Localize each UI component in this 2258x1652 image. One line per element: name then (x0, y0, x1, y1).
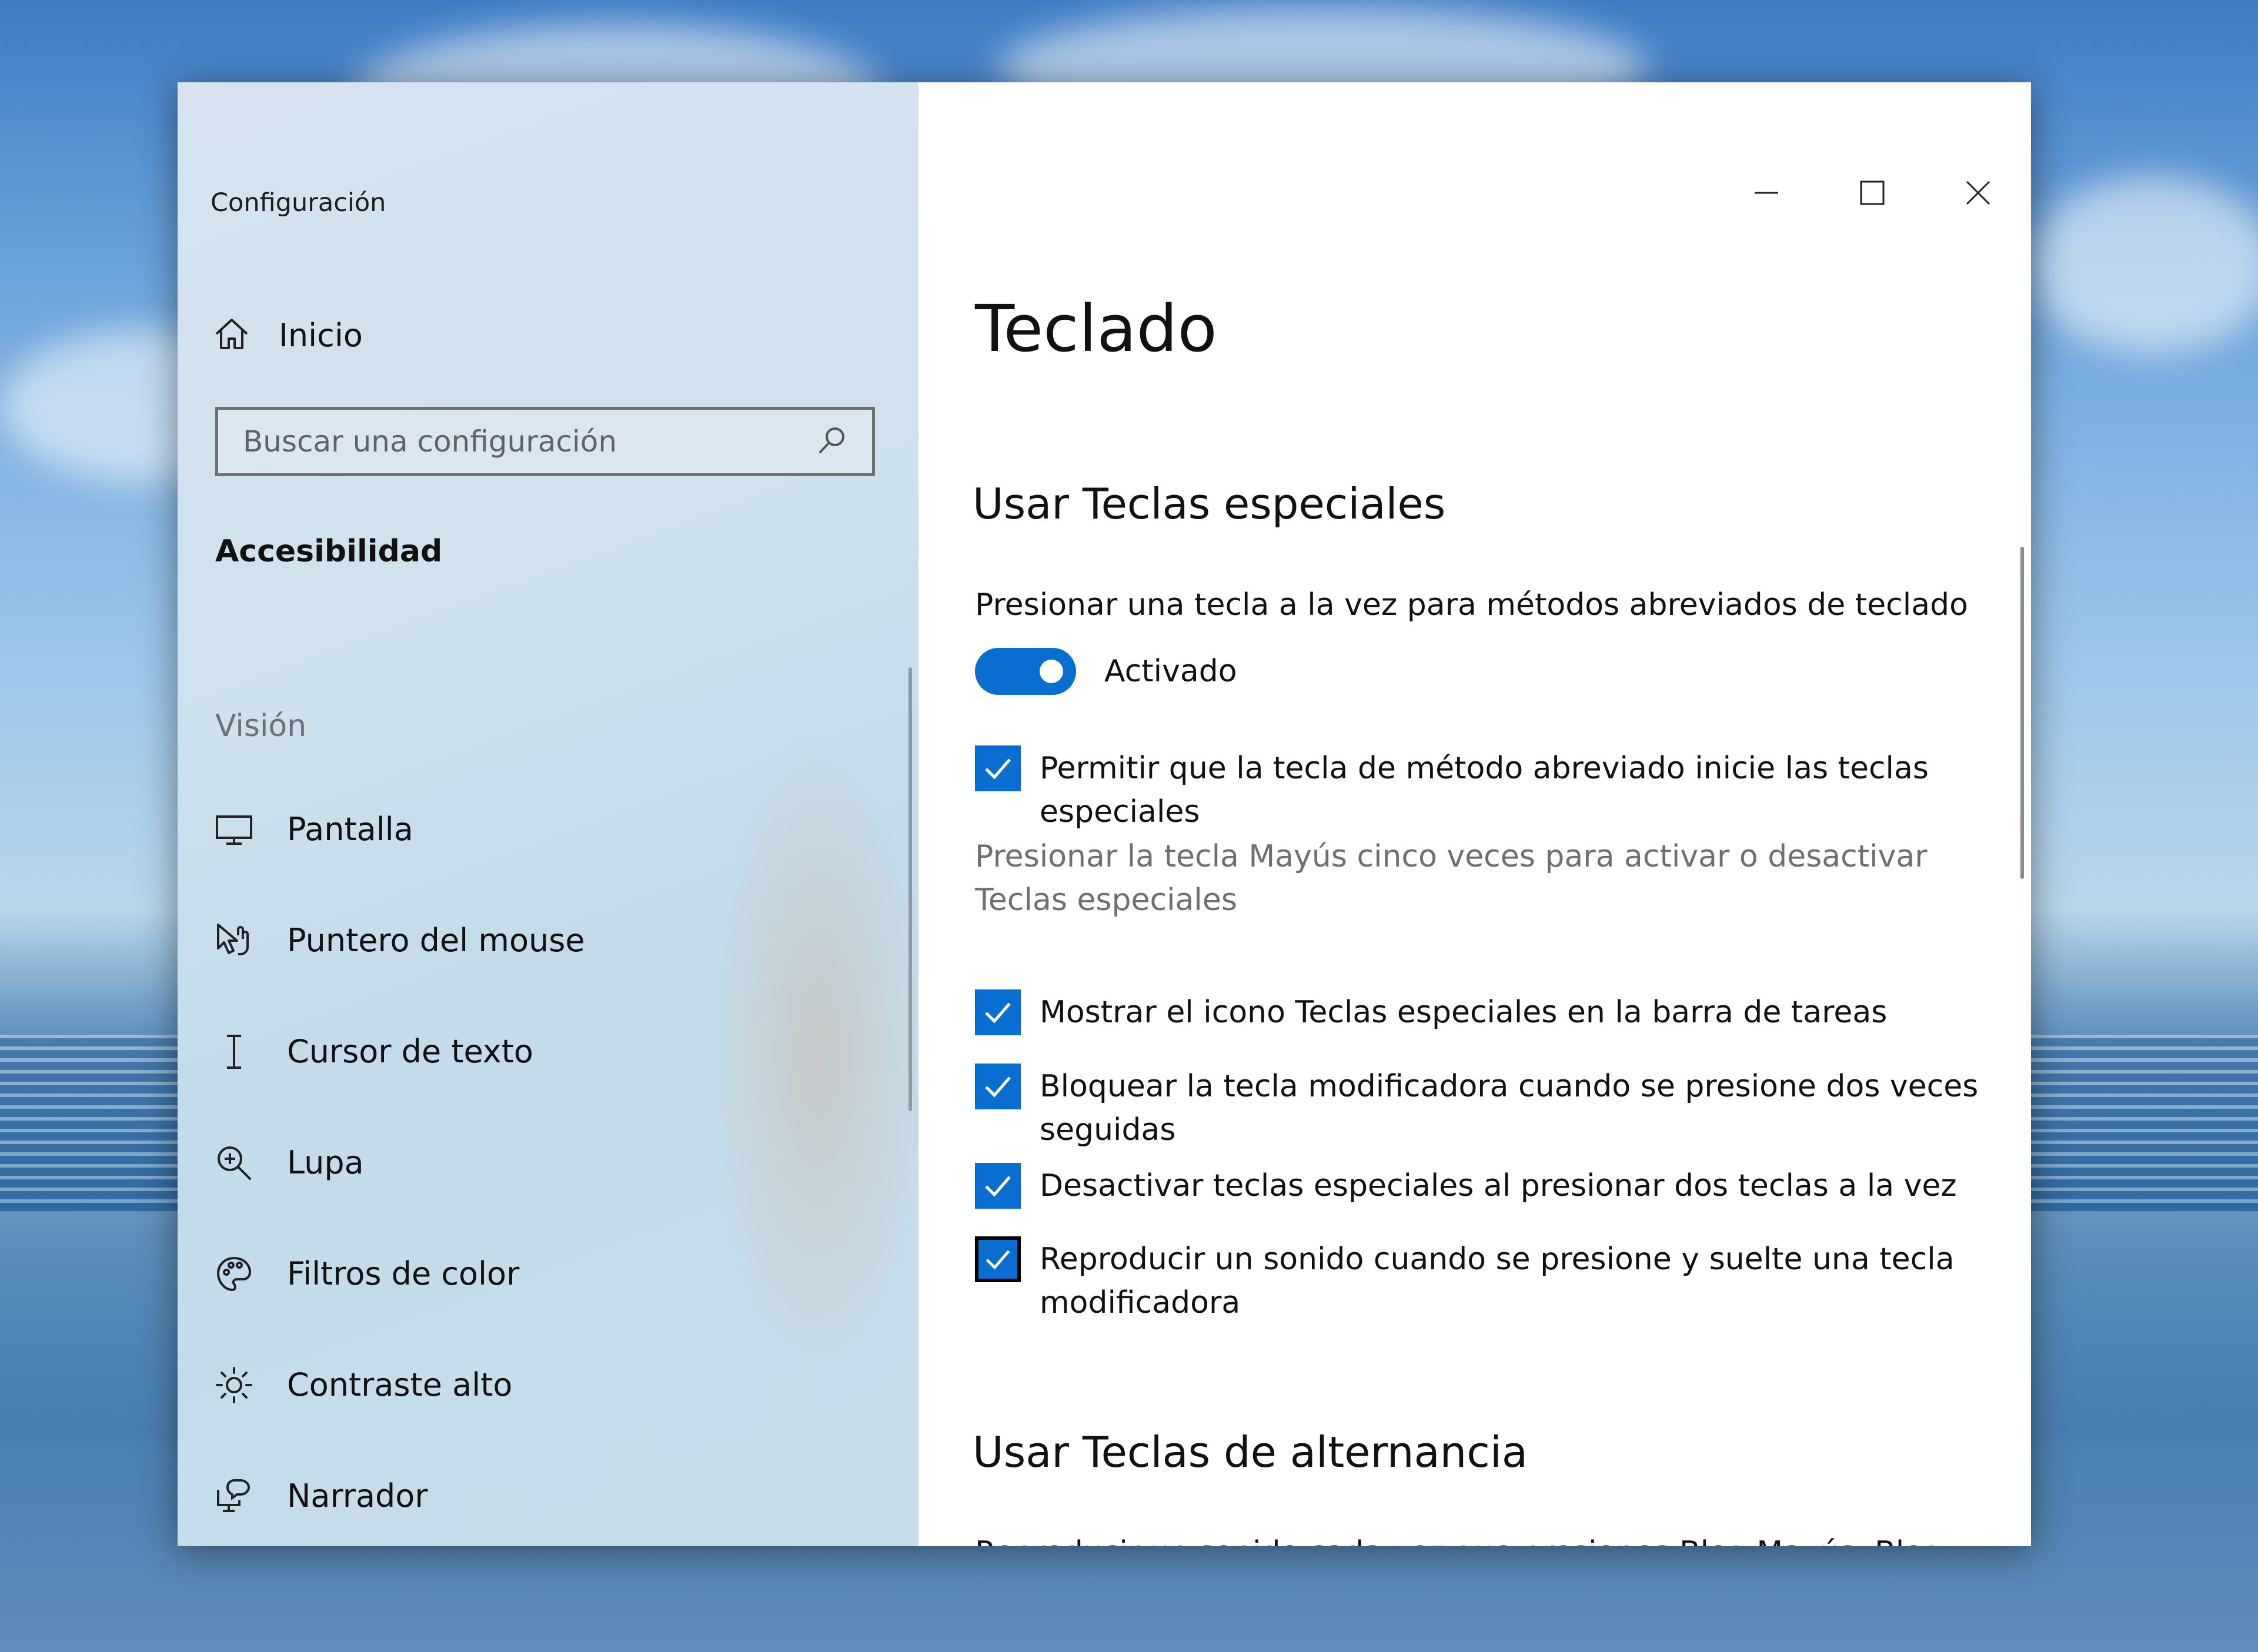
maximize-icon (1859, 180, 1885, 208)
magnifier-icon (213, 1142, 255, 1184)
sticky-keys-toggle[interactable] (975, 648, 1076, 695)
search-icon[interactable] (816, 424, 849, 459)
option-row: Desactivar teclas especiales al presiona… (975, 1163, 1986, 1209)
nav-item-lupa[interactable]: Lupa (213, 1142, 585, 1253)
nav-list: Pantalla Puntero del mouse Cursor de tex… (213, 808, 585, 1546)
option-label: Desactivar teclas especiales al presiona… (1040, 1168, 1957, 1203)
background-cloud (2029, 176, 2258, 353)
play-sound-checkbox[interactable] (975, 1236, 1021, 1282)
nav-item-puntero-del-mouse[interactable]: Puntero del mouse (213, 919, 585, 1031)
home-icon (213, 315, 250, 355)
nav-item-label: Filtros de color (287, 1255, 520, 1292)
maximize-button[interactable] (1819, 170, 1925, 218)
close-icon (1965, 180, 1991, 208)
app-title: Configuración (211, 188, 386, 218)
search-input[interactable] (242, 424, 816, 459)
show-icon-checkbox[interactable] (975, 989, 1021, 1035)
shortcut-hint: Presionar la tecla Mayús cinco veces par… (975, 839, 1928, 918)
content-scrollbar[interactable] (2020, 547, 2024, 879)
narrator-icon (213, 1475, 255, 1517)
option-row: Reproducir un sonido cuando se presione … (975, 1236, 1986, 1325)
monitor-icon (213, 808, 255, 851)
content-pane: Teclado Usar Teclas especiales Presionar… (918, 82, 2031, 1546)
nav-item-pantalla[interactable]: Pantalla (213, 808, 585, 919)
section-title: Accesibilidad (215, 534, 443, 569)
settings-window: Configuración Inicio Accesibilidad Visió… (178, 82, 2031, 1546)
option-row: Mostrar el icono Teclas especiales en la… (975, 989, 1986, 1035)
shortcut-checkbox[interactable] (975, 745, 1021, 791)
nav-item-label: Pantalla (287, 811, 413, 848)
checkmark-icon (985, 1076, 1011, 1098)
option-label: Bloquear la tecla modificadora cuando se… (1040, 1069, 1979, 1148)
nav-item-label: Lupa (287, 1144, 364, 1181)
sticky-keys-toggle-label: Presionar una tecla a la vez para método… (975, 587, 1968, 623)
nav-item-filtros-de-color[interactable]: Filtros de color (213, 1253, 585, 1364)
turn-off-checkbox[interactable] (975, 1163, 1021, 1209)
toggle-state-label: Activado (1104, 654, 1237, 689)
sticky-keys-heading: Usar Teclas especiales (973, 479, 1446, 529)
shortcut-option-label: Permitir que la tecla de método abreviad… (1040, 751, 1929, 830)
lock-modifier-checkbox[interactable] (975, 1064, 1021, 1109)
window-controls (1713, 170, 2031, 218)
option-row: Bloquear la tecla modificadora cuando se… (975, 1064, 1986, 1152)
option-label: Mostrar el icono Teclas especiales en la… (1040, 995, 1888, 1030)
nav-item-label: Contraste alto (287, 1366, 513, 1403)
toggle-keys-heading: Usar Teclas de alternancia (973, 1427, 1528, 1477)
search-box[interactable] (215, 407, 875, 476)
sidebar: Configuración Inicio Accesibilidad Visió… (178, 82, 930, 1546)
group-label-vision: Visión (215, 708, 307, 744)
nav-home-label: Inicio (279, 316, 363, 354)
checkmark-icon (985, 1002, 1011, 1024)
toggle-keys-description: Reproducir un sonido cada vez que presio… (975, 1531, 1986, 1546)
text-cursor-icon (213, 1031, 255, 1073)
nav-item-narrador[interactable]: Narrador (213, 1475, 585, 1546)
mouse-pointer-icon (213, 919, 255, 962)
nav-item-label: Cursor de texto (287, 1033, 533, 1070)
checkmark-icon (985, 758, 1011, 780)
nav-item-label: Puntero del mouse (287, 922, 585, 959)
checkmark-icon (986, 1250, 1010, 1270)
option-label: Reproducir un sonido cuando se presione … (1040, 1242, 1955, 1320)
checkmark-icon (985, 1176, 1011, 1197)
minimize-button[interactable] (1713, 170, 1819, 218)
nav-item-contraste-alto[interactable]: Contraste alto (213, 1364, 585, 1475)
nav-item-cursor-de-texto[interactable]: Cursor de texto (213, 1031, 585, 1142)
minimize-icon (1753, 180, 1779, 208)
palette-icon (213, 1253, 255, 1295)
nav-home[interactable]: Inicio (213, 309, 363, 362)
shortcut-option-row: Permitir que la tecla de método abreviad… (975, 745, 1986, 834)
sun-icon (213, 1364, 255, 1406)
close-button[interactable] (1925, 170, 2031, 218)
sticky-keys-toggle-row: Activado (975, 648, 1237, 695)
sidebar-scrollbar[interactable] (908, 667, 912, 1111)
toggle-knob (1040, 660, 1063, 683)
nav-item-label: Narrador (287, 1477, 428, 1514)
page-title: Teclado (975, 291, 1217, 366)
